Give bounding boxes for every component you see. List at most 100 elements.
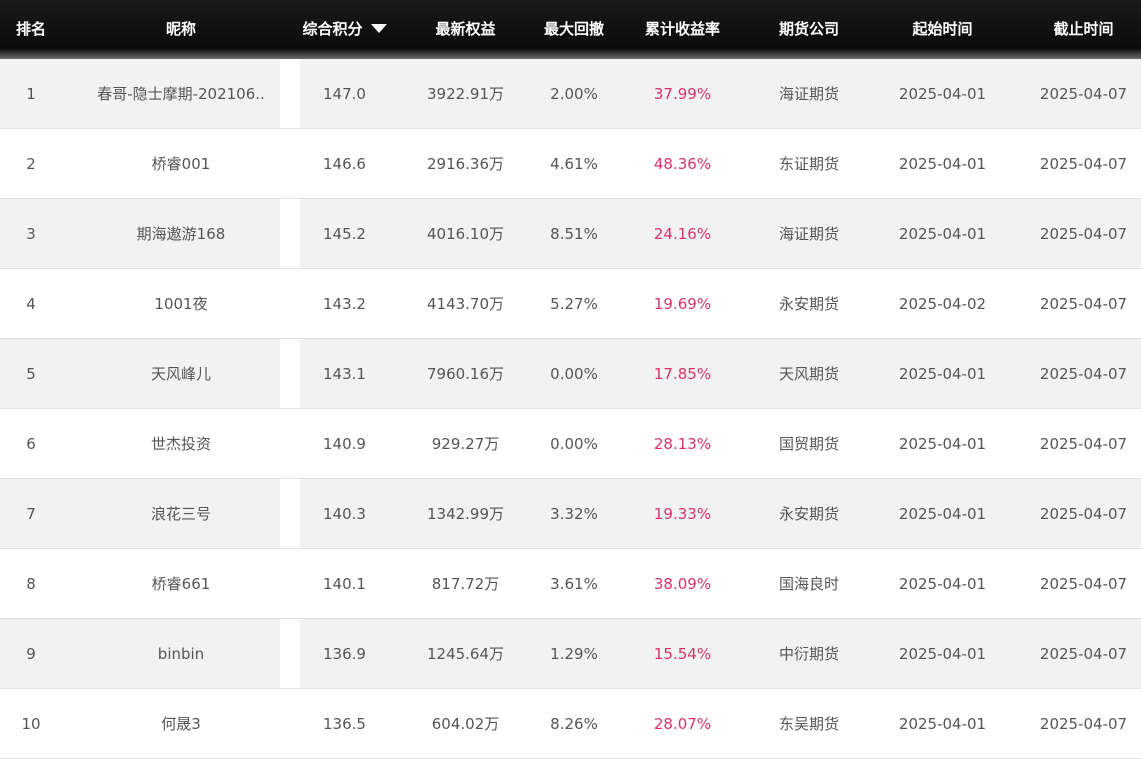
cell-broker: 海证期货 bbox=[778, 85, 839, 103]
cell-equity: 7960.16万 bbox=[426, 365, 505, 383]
nickname-link[interactable]: 浪花三号 bbox=[151, 503, 211, 524]
cell-score: 136.5 bbox=[323, 714, 366, 733]
nickname-link[interactable]: 春哥-隐士摩期-202106.. bbox=[97, 83, 265, 104]
cell-broker: 海证期货 bbox=[778, 225, 839, 243]
cell-nickname: 世杰投资 bbox=[62, 409, 300, 478]
cell-max-drawdown: 4.61% bbox=[550, 154, 598, 173]
cell-max-drawdown: 0.00% bbox=[550, 434, 598, 453]
table-row: 4 1001夜 143.2 4143.70万 5.27% 19.69% 永安期货 2025-0… bbox=[0, 269, 1141, 339]
cell-end-date: 2025-04-07 bbox=[1039, 364, 1128, 383]
cell-cum-return: 37.99% bbox=[653, 84, 712, 103]
header-start-date: 起始时间 bbox=[912, 20, 973, 38]
cell-start-date: 2025-04-02 bbox=[898, 294, 987, 313]
cell-broker: 天风期货 bbox=[778, 365, 839, 383]
cell-end-date: 2025-04-07 bbox=[1039, 84, 1128, 103]
nickname-link[interactable]: 桥睿001 bbox=[152, 153, 211, 174]
table-row: 1 春哥-隐士摩期-202106.. 147.0 3922.91万 2.00% 37.99… bbox=[0, 59, 1141, 129]
cell-score: 140.1 bbox=[323, 574, 366, 593]
cell-nickname: 浪花三号 bbox=[62, 479, 300, 548]
cell-rank: 1 bbox=[26, 84, 36, 103]
cell-start-date: 2025-04-01 bbox=[898, 434, 987, 453]
table-header: 排名 昵称 综合积分 最新权益 最大回撤 累计收益率 期货公司 起始时间 截止时… bbox=[0, 0, 1141, 59]
cell-end-date: 2025-04-07 bbox=[1039, 294, 1128, 313]
cell-max-drawdown: 2.00% bbox=[550, 84, 598, 103]
table-row: 8 桥睿661 140.1 817.72万 3.61% 38.09% 国海良时 2025-04… bbox=[0, 549, 1141, 619]
cell-nickname: 天风峰儿 bbox=[62, 339, 300, 408]
cell-max-drawdown: 1.29% bbox=[550, 644, 598, 663]
cell-rank: 10 bbox=[21, 714, 41, 733]
cell-start-date: 2025-04-01 bbox=[898, 84, 987, 103]
cell-score: 140.9 bbox=[323, 434, 366, 453]
cell-score: 140.3 bbox=[323, 504, 366, 523]
caret-down-icon[interactable] bbox=[370, 23, 387, 33]
header-cum-return: 累计收益率 bbox=[644, 20, 720, 38]
nickname-link[interactable]: 桥睿661 bbox=[152, 573, 211, 594]
nickname-link[interactable]: 世杰投资 bbox=[151, 433, 211, 454]
cell-score: 146.6 bbox=[323, 154, 366, 173]
cell-broker: 东证期货 bbox=[778, 155, 839, 173]
cell-end-date: 2025-04-07 bbox=[1039, 504, 1128, 523]
cell-rank: 9 bbox=[26, 644, 36, 663]
cell-equity: 3922.91万 bbox=[426, 85, 505, 103]
cell-cum-return: 24.16% bbox=[653, 224, 712, 243]
cell-cum-return: 48.36% bbox=[653, 154, 712, 173]
nickname-link[interactable]: 天风峰儿 bbox=[151, 363, 211, 384]
cell-start-date: 2025-04-01 bbox=[898, 714, 987, 733]
cell-cum-return: 15.54% bbox=[653, 644, 712, 663]
cell-start-date: 2025-04-01 bbox=[898, 224, 987, 243]
nickname-link[interactable]: 1001夜 bbox=[154, 293, 207, 314]
header-score-label: 综合积分 bbox=[302, 20, 363, 38]
cell-max-drawdown: 8.26% bbox=[550, 714, 598, 733]
cell-max-drawdown: 5.27% bbox=[550, 294, 598, 313]
header-max-drawdown: 最大回撤 bbox=[543, 20, 604, 38]
cell-score: 143.2 bbox=[323, 294, 366, 313]
table-row: 3 期海遨游168 145.2 4016.10万 8.51% 24.16% 海证期货 2025… bbox=[0, 199, 1141, 269]
cell-equity: 1245.64万 bbox=[426, 645, 505, 663]
cell-score: 143.1 bbox=[323, 364, 366, 383]
header-score-sort[interactable]: 综合积分 bbox=[300, 0, 389, 59]
header-rank: 排名 bbox=[15, 20, 46, 38]
cell-rank: 4 bbox=[26, 294, 36, 313]
header-end-date: 截止时间 bbox=[1053, 20, 1114, 38]
table-row: 2 桥睿001 146.6 2916.36万 4.61% 48.36% 东证期货 2025-0… bbox=[0, 129, 1141, 199]
nickname-link[interactable]: 期海遨游168 bbox=[137, 223, 226, 244]
cell-cum-return: 38.09% bbox=[653, 574, 712, 593]
cell-equity: 4143.70万 bbox=[426, 295, 505, 313]
cell-rank: 3 bbox=[26, 224, 36, 243]
cell-broker: 永安期货 bbox=[778, 295, 839, 313]
header-broker: 期货公司 bbox=[778, 20, 839, 38]
cell-rank: 7 bbox=[26, 504, 36, 523]
cell-start-date: 2025-04-01 bbox=[898, 504, 987, 523]
ranking-table: 排名 昵称 综合积分 最新权益 最大回撤 累计收益率 期货公司 起始时间 截止时… bbox=[0, 0, 1141, 759]
cell-nickname: 何晟3 bbox=[62, 689, 300, 758]
cell-cum-return: 28.13% bbox=[653, 434, 712, 453]
cell-nickname: binbin bbox=[62, 619, 300, 688]
cell-rank: 5 bbox=[26, 364, 36, 383]
header-nickname: 昵称 bbox=[165, 20, 196, 38]
cell-end-date: 2025-04-07 bbox=[1039, 574, 1128, 593]
cell-score: 145.2 bbox=[323, 224, 366, 243]
cell-nickname: 桥睿001 bbox=[62, 129, 300, 198]
cell-rank: 2 bbox=[26, 154, 36, 173]
table-row: 9 binbin 136.9 1245.64万 1.29% 15.54% 中衍期货 2025-… bbox=[0, 619, 1141, 689]
cell-score: 136.9 bbox=[323, 644, 366, 663]
cell-max-drawdown: 0.00% bbox=[550, 364, 598, 383]
table-row: 7 浪花三号 140.3 1342.99万 3.32% 19.33% 永安期货 2025-04… bbox=[0, 479, 1141, 549]
cell-equity: 1342.99万 bbox=[426, 505, 505, 523]
cell-end-date: 2025-04-07 bbox=[1039, 714, 1128, 733]
nickname-link[interactable]: 何晟3 bbox=[161, 713, 201, 734]
nickname-link[interactable]: binbin bbox=[158, 645, 204, 663]
cell-score: 147.0 bbox=[323, 84, 366, 103]
cell-rank: 6 bbox=[26, 434, 36, 453]
cell-start-date: 2025-04-01 bbox=[898, 154, 987, 173]
cell-rank: 8 bbox=[26, 574, 36, 593]
header-equity: 最新权益 bbox=[435, 20, 496, 38]
cell-equity: 2916.36万 bbox=[426, 155, 505, 173]
cell-nickname: 1001夜 bbox=[62, 269, 300, 338]
cell-max-drawdown: 8.51% bbox=[550, 224, 598, 243]
cell-equity: 929.27万 bbox=[431, 435, 500, 453]
cell-start-date: 2025-04-01 bbox=[898, 364, 987, 383]
cell-broker: 中衍期货 bbox=[778, 645, 839, 663]
cell-end-date: 2025-04-07 bbox=[1039, 434, 1128, 453]
cell-nickname: 桥睿661 bbox=[62, 549, 300, 618]
